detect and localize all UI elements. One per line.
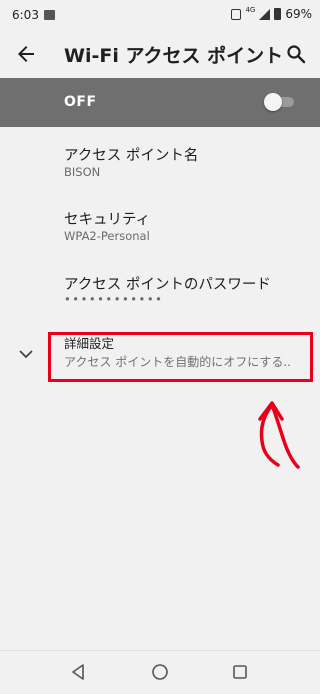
- switch-thumb: [264, 93, 282, 111]
- pref-title: セキュリティ: [64, 212, 151, 228]
- status-bar: 6:03 4G 69%: [0, 0, 320, 30]
- pref-advanced[interactable]: 詳細設定 アクセス ポイントを自動的にオフにする..: [0, 327, 320, 385]
- pref-summary: WPA2-Personal: [64, 229, 150, 243]
- nav-back-icon[interactable]: [68, 661, 90, 683]
- chevron-down-icon: [19, 350, 33, 359]
- status-time: 6:03: [12, 8, 39, 22]
- pref-summary: ••••••••••••: [64, 292, 164, 306]
- nav-home-icon[interactable]: [149, 661, 171, 683]
- search-icon[interactable]: [284, 42, 308, 66]
- navigation-bar: [0, 650, 320, 694]
- pref-hotspot-password[interactable]: アクセス ポイントのパスワード ••••••••••••: [0, 264, 320, 328]
- battery-icon: [274, 8, 282, 20]
- hotspot-switch[interactable]: [264, 93, 296, 111]
- battery-percent: 69%: [285, 7, 312, 21]
- vibrate-icon: [231, 8, 242, 20]
- pref-summary: BISON: [64, 165, 101, 179]
- pref-summary: アクセス ポイントを自動的にオフにする..: [64, 355, 291, 369]
- network-type: 4G: [245, 5, 256, 14]
- nav-recents-icon[interactable]: [229, 661, 251, 683]
- app-bar: Wi-Fi アクセス ポイント: [0, 30, 320, 78]
- pref-title: アクセス ポイントのパスワード: [64, 277, 271, 293]
- pref-hotspot-name[interactable]: アクセス ポイント名 BISON: [0, 134, 320, 198]
- back-arrow-icon[interactable]: [14, 42, 38, 66]
- annotation-arrow-icon: [258, 401, 300, 469]
- pref-security[interactable]: セキュリティ WPA2-Personal: [0, 200, 320, 264]
- signal-icon: [259, 8, 271, 20]
- image-notification-icon: [44, 10, 55, 20]
- pref-title: 詳細設定: [64, 336, 115, 351]
- toggle-state-label: OFF: [64, 94, 97, 110]
- pref-title: アクセス ポイント名: [64, 148, 199, 164]
- status-icons: 4G 69%: [231, 5, 312, 21]
- page-title: Wi-Fi アクセス ポイント: [64, 45, 284, 67]
- hotspot-master-toggle[interactable]: OFF: [0, 78, 320, 127]
